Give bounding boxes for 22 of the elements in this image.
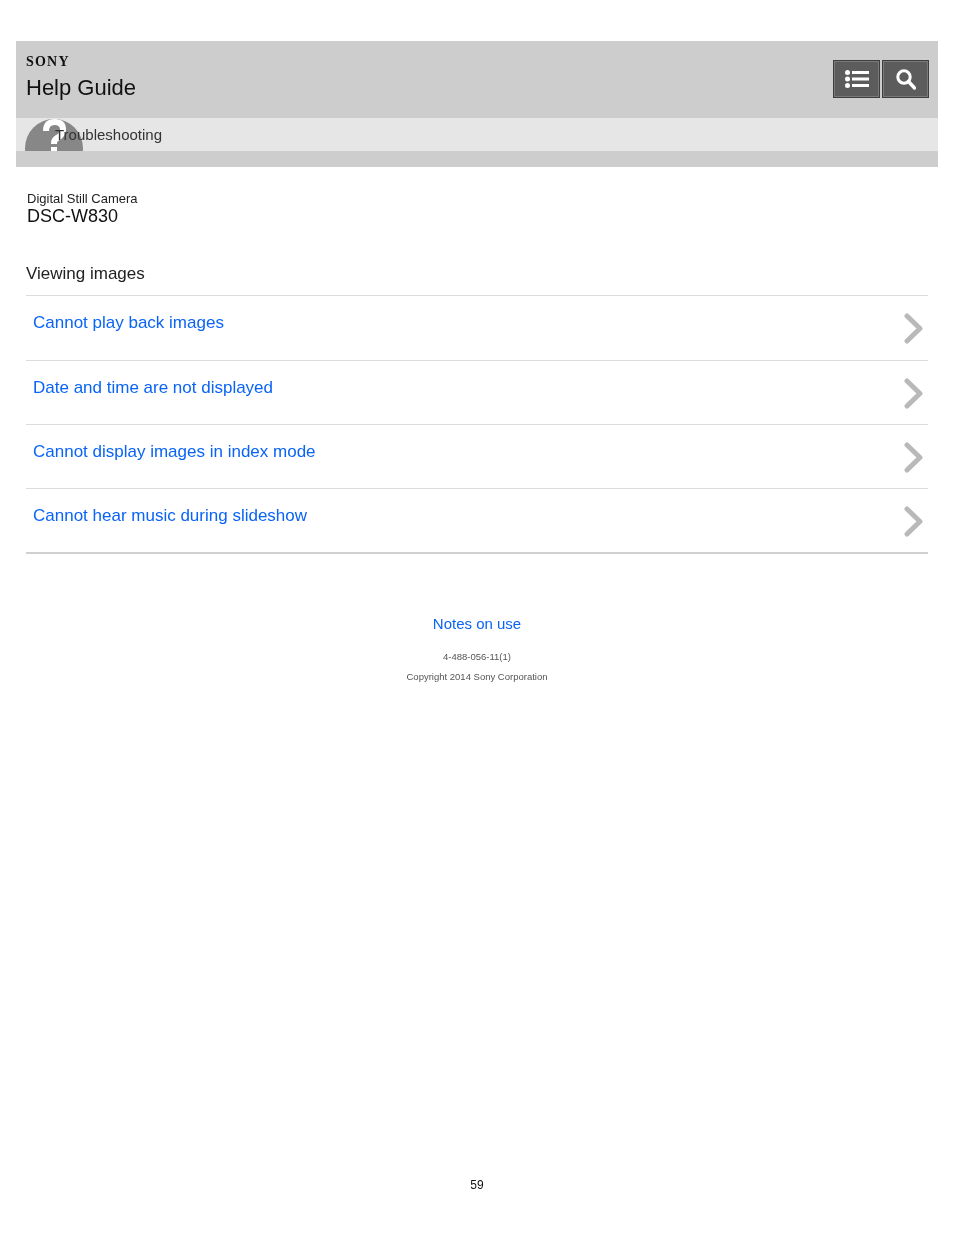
brand-logo: SONY: [26, 55, 70, 69]
page-number: 59: [470, 1178, 484, 1192]
notes-link[interactable]: Notes on use: [432, 615, 522, 633]
breadcrumb-label[interactable]: Troubleshooting: [55, 125, 162, 144]
search-icon: [895, 68, 916, 90]
menu-button[interactable]: [833, 60, 880, 98]
topic-link[interactable]: Cannot hear music during slideshow: [33, 505, 308, 526]
chevron-right-icon[interactable]: [904, 378, 923, 409]
topic-link[interactable]: Cannot play back images: [33, 312, 224, 333]
chevron-right-icon[interactable]: [904, 506, 923, 537]
menu-icon: [844, 70, 869, 88]
chevron-right-icon[interactable]: [904, 442, 923, 473]
search-button[interactable]: [882, 60, 929, 98]
document-code: 4-488-056-11(1): [443, 651, 511, 663]
guide-title: Help Guide: [26, 75, 137, 101]
product-category: Digital Still Camera: [27, 191, 138, 206]
chevron-right-icon[interactable]: [904, 313, 923, 344]
product-model: DSC-W830: [27, 206, 119, 226]
topic-link[interactable]: Date and time are not displayed: [33, 377, 274, 398]
copyright-text: Copyright 2014 Sony Corporation: [406, 671, 548, 683]
topic-link[interactable]: Cannot display images in index mode: [33, 441, 316, 462]
section-title: Viewing images: [26, 264, 145, 284]
